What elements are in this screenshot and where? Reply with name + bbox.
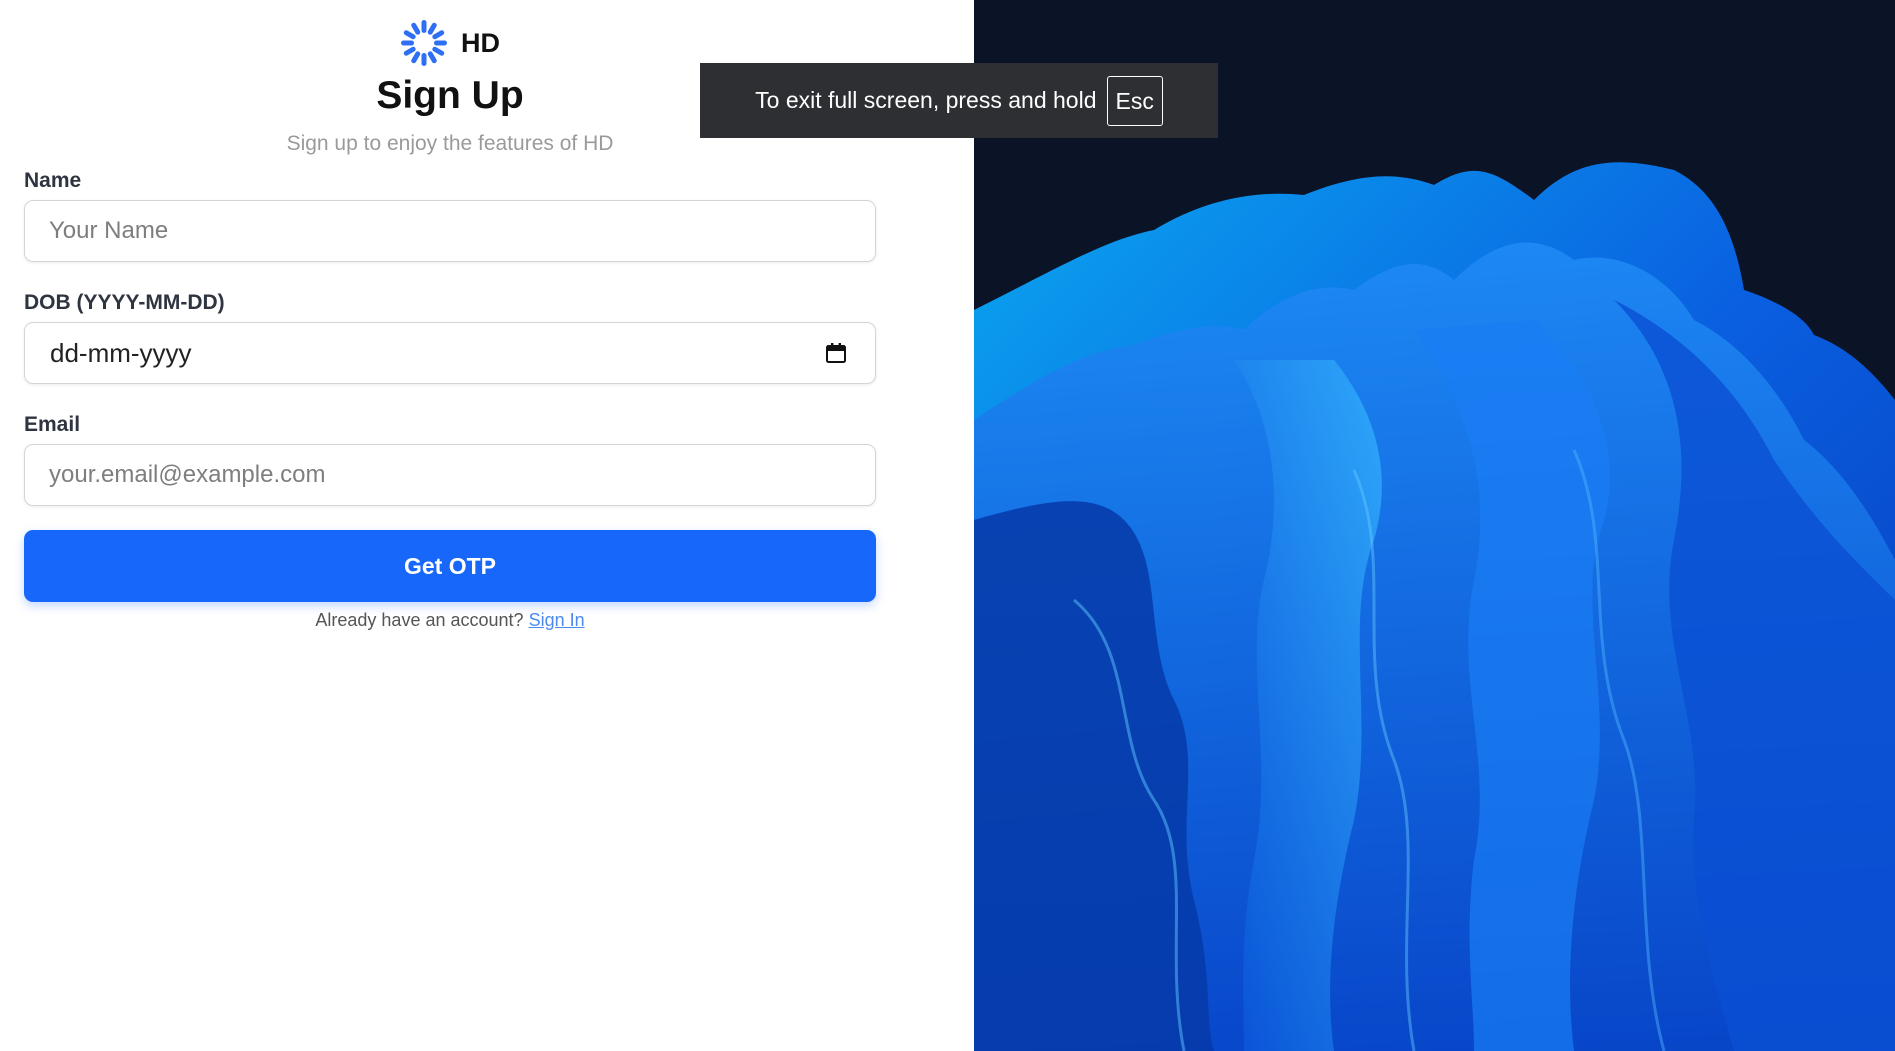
dob-value: dd-mm-yyyy <box>50 338 192 368</box>
signup-panel: HD Sign Up Sign up to enjoy the features… <box>0 0 974 1051</box>
calendar-icon[interactable] <box>825 342 847 364</box>
signin-prompt: Already have an account? Sign In <box>0 610 900 631</box>
sun-burst-icon <box>401 20 447 66</box>
email-field-wrapper <box>24 444 876 506</box>
name-field-wrapper <box>24 200 876 262</box>
hero-wallpaper <box>974 0 1895 1051</box>
fullscreen-notice-text: To exit full screen, press and hold <box>755 87 1097 113</box>
esc-key-badge: Esc <box>1106 75 1163 126</box>
brand: HD <box>399 18 500 68</box>
dob-input[interactable]: dd-mm-yyyy <box>24 322 876 384</box>
email-label: Email <box>24 413 81 436</box>
name-label: Name <box>24 169 82 192</box>
name-input[interactable] <box>25 201 875 261</box>
sign-in-link[interactable]: Sign In <box>529 610 585 630</box>
abstract-wave-artwork <box>974 0 1895 1051</box>
email-input[interactable] <box>25 445 875 505</box>
dob-label: DOB (YYYY-MM-DD) <box>24 291 225 314</box>
signin-prompt-text: Already have an account? <box>315 610 524 630</box>
brand-name: HD <box>461 27 500 58</box>
fullscreen-exit-notice: To exit full screen, press and hold Esc <box>700 63 1218 138</box>
get-otp-button[interactable]: Get OTP <box>24 530 876 602</box>
